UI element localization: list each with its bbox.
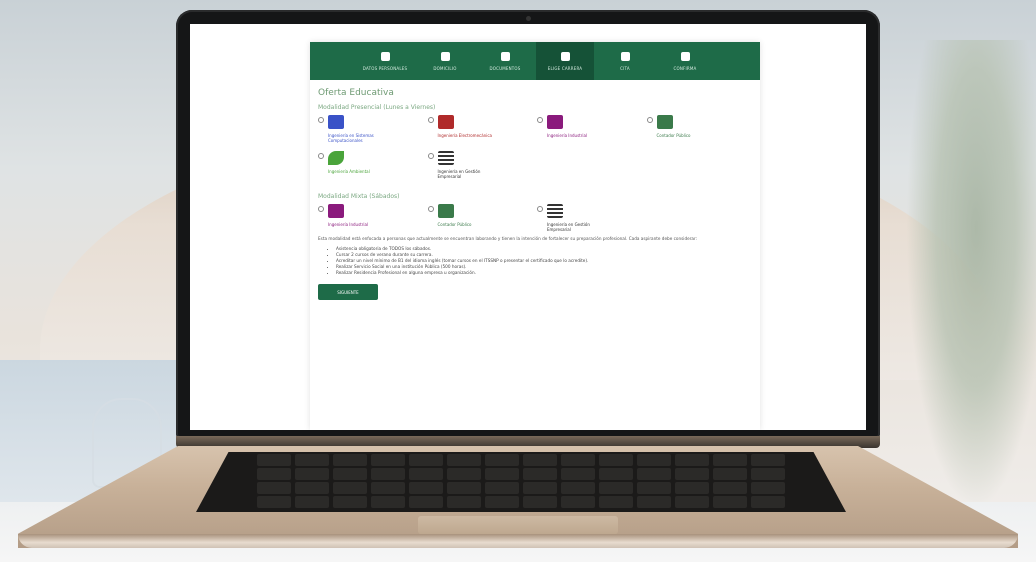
web-page: DATOS PERSONALES DOMICILIO DOCUMENTOS EL…: [310, 42, 760, 430]
nav-label: CITA: [620, 65, 630, 71]
radio-button[interactable]: [318, 206, 324, 212]
career-option[interactable]: Contador Público: [646, 115, 753, 143]
career-label: Ingeniería en Gestión Empresarial: [547, 222, 590, 232]
radio-button[interactable]: [537, 206, 543, 212]
car-icon: [440, 51, 450, 61]
factory-icon: [547, 115, 563, 129]
career-option[interactable]: Ingeniería Ambiental: [318, 151, 424, 179]
radio-button[interactable]: [537, 117, 543, 123]
career-option[interactable]: Ingeniería en Sistemas Computacionales: [318, 115, 424, 143]
career-option[interactable]: Ingeniería en Gestión Empresarial: [427, 151, 534, 179]
page-title: Oferta Educativa: [318, 88, 394, 98]
radio-button[interactable]: [427, 153, 434, 159]
section-title-presencial: Modalidad Presencial (Lunes a Viernes): [318, 104, 436, 111]
nav-label: DOMICILIO: [433, 65, 457, 71]
nav-label: DOCUMENTOS: [489, 65, 521, 71]
calendar-icon: [620, 51, 630, 61]
nav-item-documentos[interactable]: DOCUMENTOS: [476, 42, 534, 80]
check-icon: [680, 51, 690, 61]
nav-label: CONFIRMA: [673, 65, 697, 71]
background-tree: [906, 40, 1036, 510]
career-option[interactable]: Ingeniería en Gestión Empresarial: [537, 204, 643, 232]
key-row: [196, 496, 846, 508]
career-label: Ingeniería en Sistemas Computacionales: [328, 133, 374, 143]
laptop-screen: DATOS PERSONALES DOMICILIO DOCUMENTOS EL…: [176, 10, 880, 438]
checklist-icon: [547, 204, 563, 218]
radio-button[interactable]: [318, 117, 324, 123]
nav-item-datos[interactable]: DATOS PERSONALES: [356, 42, 414, 80]
nav-item-elige-carrera[interactable]: ELIGE CARRERA: [536, 42, 594, 80]
career-label: Ingeniería Electromecánica: [437, 133, 492, 138]
radio-button[interactable]: [318, 153, 324, 159]
career-label: Ingeniería Industrial: [547, 133, 588, 138]
career-label: Ingeniería Ambiental: [328, 169, 370, 174]
nav-item-confirma[interactable]: CONFIRMA: [656, 42, 714, 80]
radio-button[interactable]: [427, 117, 434, 123]
nav-label: ELIGE CARRERA: [547, 65, 583, 71]
career-label: Contador Público: [437, 222, 472, 227]
key-row: [196, 454, 846, 466]
next-button[interactable]: SIGUIENTE: [318, 284, 378, 300]
leaf-icon: [328, 151, 344, 165]
section-title-mixta: Modalidad Mixta (Sábados): [318, 193, 400, 200]
school-icon: [560, 51, 570, 61]
career-option[interactable]: Contador Público: [427, 204, 534, 232]
document-icon: [656, 115, 673, 129]
career-label: Ingeniería Industrial: [328, 222, 369, 227]
checklist-icon: [437, 151, 454, 165]
radio-button[interactable]: [646, 117, 653, 123]
top-nav: DATOS PERSONALES DOMICILIO DOCUMENTOS EL…: [310, 42, 760, 80]
career-label: Ingeniería en Gestión Empresarial: [437, 169, 481, 179]
laptop-base-edge: [18, 534, 1018, 548]
key-row: [196, 482, 846, 494]
nav-label: DATOS PERSONALES: [362, 65, 408, 71]
factory-icon: [328, 204, 344, 218]
page-content: Oferta Educativa Modalidad Presencial (L…: [310, 80, 760, 308]
trackpad: [418, 516, 618, 534]
description: Esta modalidad está enfocada a personas …: [318, 236, 698, 241]
document-icon: [437, 204, 454, 218]
requirements-list: Asistencia obligatoria de TODOS los sába…: [336, 246, 752, 276]
radio-button[interactable]: [427, 206, 434, 212]
career-grid-presencial: Ingeniería en Sistemas Computacionales I…: [318, 115, 752, 179]
document-icon: [500, 51, 510, 61]
career-option[interactable]: Ingeniería Industrial: [318, 204, 424, 232]
career-option[interactable]: Ingeniería Electromecánica: [427, 115, 534, 143]
nav-item-domicilio[interactable]: DOMICILIO: [416, 42, 474, 80]
user-icon: [380, 51, 390, 61]
display: DATOS PERSONALES DOMICILIO DOCUMENTOS EL…: [190, 24, 866, 430]
career-label: Contador Público: [656, 133, 691, 138]
laptop-phone-icon: [328, 115, 344, 129]
camera-icon: [526, 16, 531, 21]
gear-icon: [437, 115, 454, 129]
career-grid-mixta: Ingeniería Industrial Contador Público I…: [318, 204, 752, 232]
list-item: Realizar Residencia Profesional en algun…: [336, 270, 752, 276]
nav-item-cita[interactable]: CITA: [596, 42, 654, 80]
career-option[interactable]: Ingeniería Industrial: [537, 115, 643, 143]
keyboard: [196, 452, 846, 512]
key-row: [196, 468, 846, 480]
